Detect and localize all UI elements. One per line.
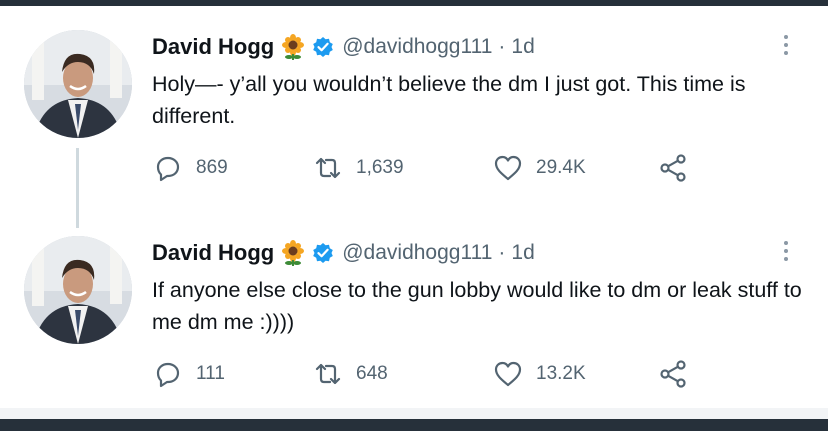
separator-dot: · (498, 35, 506, 58)
tweet-timestamp[interactable]: 1d (511, 241, 534, 265)
author-name[interactable]: David Hogg (152, 240, 274, 266)
verified-badge-icon[interactable] (312, 242, 334, 264)
reply-button[interactable]: 111 (152, 354, 225, 394)
reply-button[interactable]: 869 (152, 148, 228, 188)
like-count: 29.4K (536, 157, 586, 178)
share-icon (660, 360, 686, 388)
heart-icon (494, 361, 522, 387)
separator-dot: · (498, 241, 506, 264)
tweet-header: David Hogg @davidhogg111 · 1d (152, 238, 535, 268)
retweet-icon (315, 157, 341, 179)
reply-count: 111 (196, 363, 225, 384)
author-handle[interactable]: @davidhogg111 (342, 241, 492, 265)
sunflower-icon (280, 240, 306, 266)
avatar-photo (24, 236, 132, 344)
screenshot-frame: David Hogg @davidhogg111 · 1d Holy—- y’a… (0, 0, 828, 431)
like-button[interactable]: 29.4K (492, 148, 586, 188)
reply-icon (156, 362, 180, 388)
retweet-button[interactable]: 648 (312, 354, 388, 394)
tweet-text: If anyone else close to the gun lobby wo… (152, 278, 802, 334)
tweet-1[interactable]: David Hogg @davidhogg111 · 1d Holy—- y’a… (0, 6, 828, 228)
more-vertical-icon[interactable] (776, 28, 796, 62)
more-vertical-icon[interactable] (776, 234, 796, 268)
heart-icon (494, 155, 522, 181)
share-button[interactable] (657, 148, 689, 188)
sunflower-icon (280, 34, 306, 60)
reply-icon (156, 156, 180, 182)
share-icon (660, 154, 686, 182)
tweet-actions: 111 648 13.2K (152, 354, 712, 394)
retweet-icon (315, 363, 341, 385)
retweet-button[interactable]: 1,639 (312, 148, 404, 188)
tweet-actions: 869 1,639 29.4K (152, 148, 712, 188)
avatar[interactable] (24, 236, 132, 344)
tweet-header: David Hogg @davidhogg111 · 1d (152, 32, 535, 62)
author-handle[interactable]: @davidhogg111 (342, 35, 492, 59)
verified-badge-icon[interactable] (312, 36, 334, 58)
share-button[interactable] (657, 354, 689, 394)
tweet-thread-card: David Hogg @davidhogg111 · 1d Holy—- y’a… (0, 6, 828, 408)
retweet-count: 1,639 (356, 157, 404, 178)
retweet-count: 648 (356, 363, 388, 384)
reply-count: 869 (196, 157, 228, 178)
like-count: 13.2K (536, 363, 586, 384)
author-name[interactable]: David Hogg (152, 34, 274, 60)
avatar[interactable] (24, 30, 132, 138)
tweet-text: Holy—- y’all you wouldn’t believe the dm… (152, 72, 746, 128)
like-button[interactable]: 13.2K (492, 354, 586, 394)
tweet-timestamp[interactable]: 1d (511, 35, 534, 59)
avatar-photo (24, 30, 132, 138)
tweet-2[interactable]: David Hogg @davidhogg111 · 1d If anyone … (0, 216, 828, 406)
bottom-divider (0, 408, 828, 419)
